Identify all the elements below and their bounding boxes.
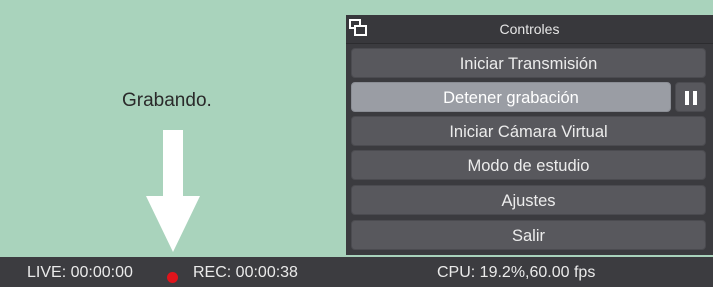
- settings-button[interactable]: Ajustes: [351, 185, 706, 215]
- down-arrow-icon: [146, 130, 200, 252]
- controls-dock: Controles Iniciar Transmisión Detener gr…: [346, 15, 713, 255]
- annotation-text: Grabando.: [122, 90, 212, 111]
- pause-recording-button[interactable]: [675, 82, 706, 112]
- dock-title: Controles: [499, 21, 560, 37]
- start-virtual-camera-button[interactable]: Iniciar Cámara Virtual: [351, 116, 706, 146]
- recording-indicator-icon: [167, 272, 178, 283]
- cpu-fps-readout: CPU: 19.2%,60.00 fps: [437, 264, 596, 281]
- rec-timer: REC: 00:00:38: [193, 264, 298, 281]
- studio-mode-button[interactable]: Modo de estudio: [351, 150, 706, 180]
- live-timer: LIVE: 00:00:00: [27, 264, 133, 281]
- dock-header: Controles: [346, 15, 713, 44]
- start-streaming-button[interactable]: Iniciar Transmisión: [351, 48, 706, 78]
- status-bar: LIVE: 00:00:00 REC: 00:00:38 CPU: 19.2%,…: [0, 257, 713, 287]
- stop-recording-button[interactable]: Detener grabación: [351, 82, 671, 112]
- exit-button[interactable]: Salir: [351, 220, 706, 250]
